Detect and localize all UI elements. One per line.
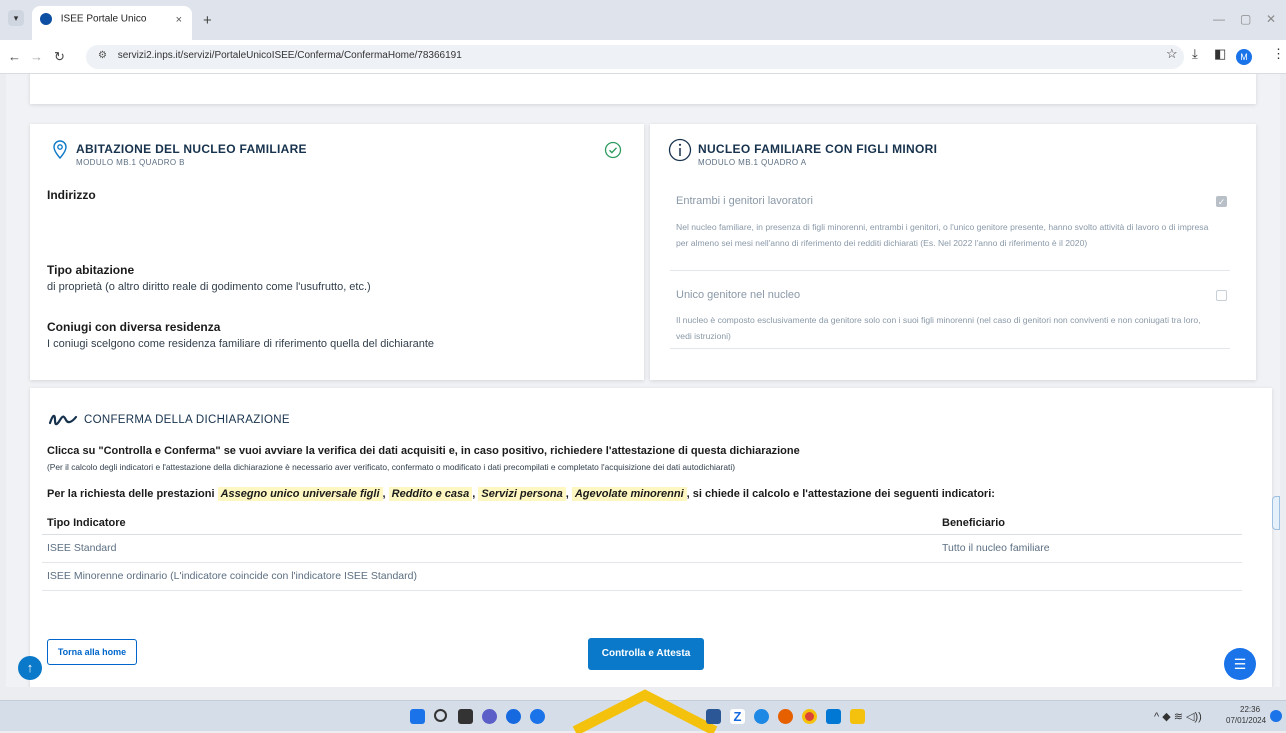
conferma-card: CONFERMA DELLA DICHIARAZIONE Clicca su "… [30, 388, 1272, 687]
outlook-icon[interactable] [826, 709, 841, 724]
coniugi-label: Coniugi con diversa residenza [47, 320, 221, 334]
conferma-instruction: Clicca su "Controlla e Conferma" se vuoi… [47, 445, 800, 457]
conferma-note: (Per il calcolo degli indicatori e l'att… [47, 462, 735, 472]
prestazione-badge: Agevolate minorenni [571, 487, 687, 501]
reload-icon[interactable]: ↻ [54, 49, 65, 65]
url-text: servizi2.inps.it/servizi/PortaleUnicoISE… [117, 50, 462, 61]
app-icon[interactable] [706, 709, 721, 724]
row-tipo: ISEE Standard [47, 542, 117, 554]
forward-icon[interactable]: → [30, 49, 43, 64]
nucleo-title: NUCLEO FAMILIARE CON FIGLI MINORI [698, 142, 938, 156]
windows-start-icon[interactable] [410, 709, 425, 724]
unico-genitore-desc: Il nucleo è composto esclusivamente da g… [676, 315, 1201, 341]
indicatori-table: Tipo Indicatore Beneficiario ISEE Standa… [42, 512, 1242, 591]
info-icon [668, 138, 692, 162]
chrome-icon[interactable] [802, 709, 817, 724]
col-tipo-header: Tipo Indicatore [47, 516, 126, 529]
abitazione-subtitle: MODULO MB.1 QUADRO B [76, 158, 185, 167]
tipo-abitazione-value: di proprietà (o altro diritto reale di g… [47, 281, 371, 293]
inps-favicon-icon [40, 13, 52, 25]
indirizzo-label: Indirizzo [47, 188, 96, 202]
previous-section-card [30, 74, 1256, 104]
unico-genitore-checkbox[interactable] [1216, 290, 1227, 301]
prestazione-badge: Servizi persona [478, 487, 566, 501]
table-row: ISEE Standard Tutto il nucleo familiare [42, 534, 1242, 562]
check-circle-icon [604, 141, 622, 159]
page-viewport: ABITAZIONE DEL NUCLEO FAMILIARE MODULO M… [6, 74, 1280, 687]
location-pin-icon [53, 140, 67, 160]
coniugi-value: I coniugi scelgono come residenza famili… [47, 338, 435, 350]
entrambi-genitori-desc: Nel nucleo familiare, in presenza di fig… [676, 222, 1209, 248]
table-row: ISEE Minorenne ordinario (L'indicatore c… [42, 562, 1242, 590]
nucleo-card: NUCLEO FAMILIARE CON FIGLI MINORI MODULO… [650, 124, 1256, 380]
side-widget-tab[interactable] [1272, 496, 1280, 530]
menu-kebab-icon[interactable]: ⋮ [1272, 46, 1285, 62]
zotero-icon[interactable]: Z [730, 709, 745, 724]
clock-time[interactable]: 22:36 [1240, 705, 1260, 714]
url-bar[interactable]: ⚙ servizi2.inps.it/servizi/PortaleUnicoI… [86, 45, 1184, 69]
row-beneficiario: Tutto il nucleo familiare [942, 542, 1050, 554]
unico-genitore-label: Unico genitore nel nucleo [676, 289, 801, 301]
nucleo-subtitle: MODULO MB.1 QUADRO A [698, 158, 807, 167]
os-taskbar: Z ^ ◆ ≋ ◁)) 22:36 07/01/2024 [0, 689, 1286, 733]
profile-avatar[interactable]: M [1236, 49, 1252, 65]
prestazione-badge: Reddito e casa [388, 487, 473, 501]
conferma-title: CONFERMA DELLA DICHIARAZIONE [84, 414, 290, 426]
request-prefix: Per la richiesta delle prestazioni [47, 488, 215, 500]
notification-badge[interactable] [1270, 710, 1282, 722]
side-panel-icon[interactable]: ◧ [1214, 46, 1226, 62]
row-tipo: ISEE Minorenne ordinario (L'indicatore c… [47, 570, 417, 582]
bookmark-star-icon[interactable]: ☆ [1166, 46, 1178, 62]
site-info-icon[interactable]: ⚙ [98, 50, 107, 61]
chat-app-icon[interactable] [482, 709, 497, 724]
zoom-icon[interactable] [506, 709, 521, 724]
clock-date[interactable]: 07/01/2024 [1226, 716, 1266, 725]
browser-tab-strip: ▾ ISEE Portale Unico × + — ▢ ✕ [0, 0, 1286, 40]
controlla-attesta-button[interactable]: Controlla e Attesta [588, 638, 704, 670]
tab-title: ISEE Portale Unico [60, 13, 147, 25]
minimize-icon[interactable]: — [1213, 12, 1225, 26]
prestazione-badge: Assegno unico universale figli [217, 487, 383, 501]
tipo-abitazione-label: Tipo abitazione [47, 263, 135, 277]
chat-assistant-icon[interactable]: ☰ [1224, 648, 1256, 680]
file-explorer-icon[interactable] [850, 709, 865, 724]
row-beneficiario [942, 562, 1242, 590]
task-view-icon[interactable] [458, 709, 473, 724]
tab-search-button[interactable]: ▾ [8, 10, 24, 26]
scroll-top-icon[interactable]: ↑ [18, 656, 42, 680]
divider [670, 270, 1230, 271]
download-icon[interactable]: ⤓ [1192, 46, 1198, 62]
new-tab-button[interactable]: + [203, 12, 212, 29]
col-beneficiario-header: Beneficiario [942, 516, 1005, 529]
abitazione-card: ABITAZIONE DEL NUCLEO FAMILIARE MODULO M… [30, 124, 644, 380]
divider [670, 348, 1230, 349]
torna-home-button[interactable]: Torna alla home [47, 639, 137, 665]
abitazione-title: ABITAZIONE DEL NUCLEO FAMILIARE [76, 142, 307, 156]
entrambi-genitori-label: Entrambi i genitori lavoratori [676, 195, 813, 207]
close-tab-icon[interactable]: × [176, 14, 182, 26]
browser-tab[interactable]: ISEE Portale Unico × [32, 6, 192, 40]
close-window-icon[interactable]: ✕ [1266, 12, 1276, 26]
address-toolbar: ← → ↻ ⚙ servizi2.inps.it/servizi/Portale… [0, 40, 1286, 74]
maximize-icon[interactable]: ▢ [1240, 12, 1251, 26]
prestazioni-request: Per la richiesta delle prestazioni Asseg… [47, 487, 995, 501]
edge-icon[interactable] [754, 709, 769, 724]
entrambi-genitori-checkbox[interactable]: ✓ [1216, 196, 1227, 207]
firefox-icon[interactable] [778, 709, 793, 724]
signature-icon [48, 414, 78, 426]
back-icon[interactable]: ← [8, 49, 21, 64]
tray-icons[interactable]: ^ ◆ ≋ ◁)) [1154, 710, 1202, 723]
arrow-up-icon [572, 689, 718, 733]
app-icon[interactable] [530, 709, 545, 724]
request-suffix: , si chiede il calcolo e l'attestazione … [686, 488, 995, 500]
search-icon[interactable] [434, 709, 447, 722]
